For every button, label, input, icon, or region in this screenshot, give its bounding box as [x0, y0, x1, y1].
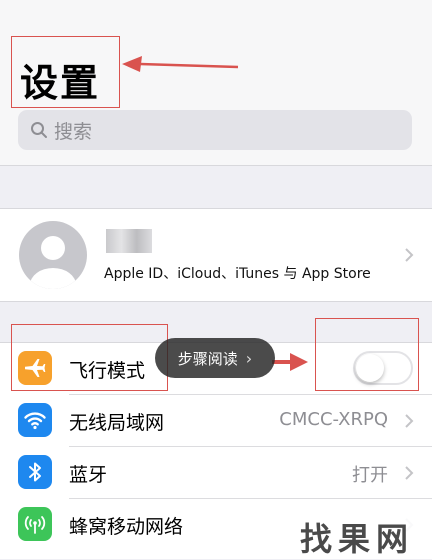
profile-subtitle: Apple ID、iCloud、iTunes 与 App Store — [104, 266, 371, 282]
avatar — [19, 221, 87, 289]
step-reading-button[interactable]: 步骤阅读 › — [155, 338, 275, 378]
apple-id-row[interactable]: Apple ID、iCloud、iTunes 与 App Store — [0, 208, 432, 302]
bluetooth-icon — [18, 455, 52, 489]
toggle-highlight-box — [315, 318, 419, 391]
cellular-label: 蜂窝移动网络 — [69, 516, 184, 538]
cellular-icon — [18, 507, 52, 541]
bluetooth-label: 蓝牙 — [69, 464, 108, 486]
chevron-right-icon — [405, 466, 414, 480]
profile-name-blurred — [106, 229, 152, 253]
header-separator — [0, 165, 432, 166]
chevron-right-icon — [405, 248, 414, 262]
chevron-right-icon: › — [245, 348, 253, 368]
search-icon — [31, 122, 47, 138]
wlan-row[interactable]: 无线局域网 CMCC-XRPQ — [0, 395, 432, 446]
title-highlight-box — [11, 36, 120, 108]
watermark: 找果网 — [282, 516, 432, 558]
wifi-icon — [18, 403, 52, 437]
bluetooth-row[interactable]: 蓝牙 打开 — [0, 447, 432, 498]
step-reading-label: 步骤阅读 — [177, 349, 238, 368]
wlan-value: CMCC-XRPQ — [279, 409, 388, 430]
chevron-right-icon — [405, 414, 414, 428]
search-bar[interactable]: 搜索 — [18, 110, 412, 150]
search-placeholder: 搜索 — [54, 120, 93, 143]
bluetooth-value: 打开 — [352, 465, 388, 486]
airplane-label-highlight-box — [11, 324, 168, 391]
wlan-label: 无线局域网 — [69, 412, 165, 434]
